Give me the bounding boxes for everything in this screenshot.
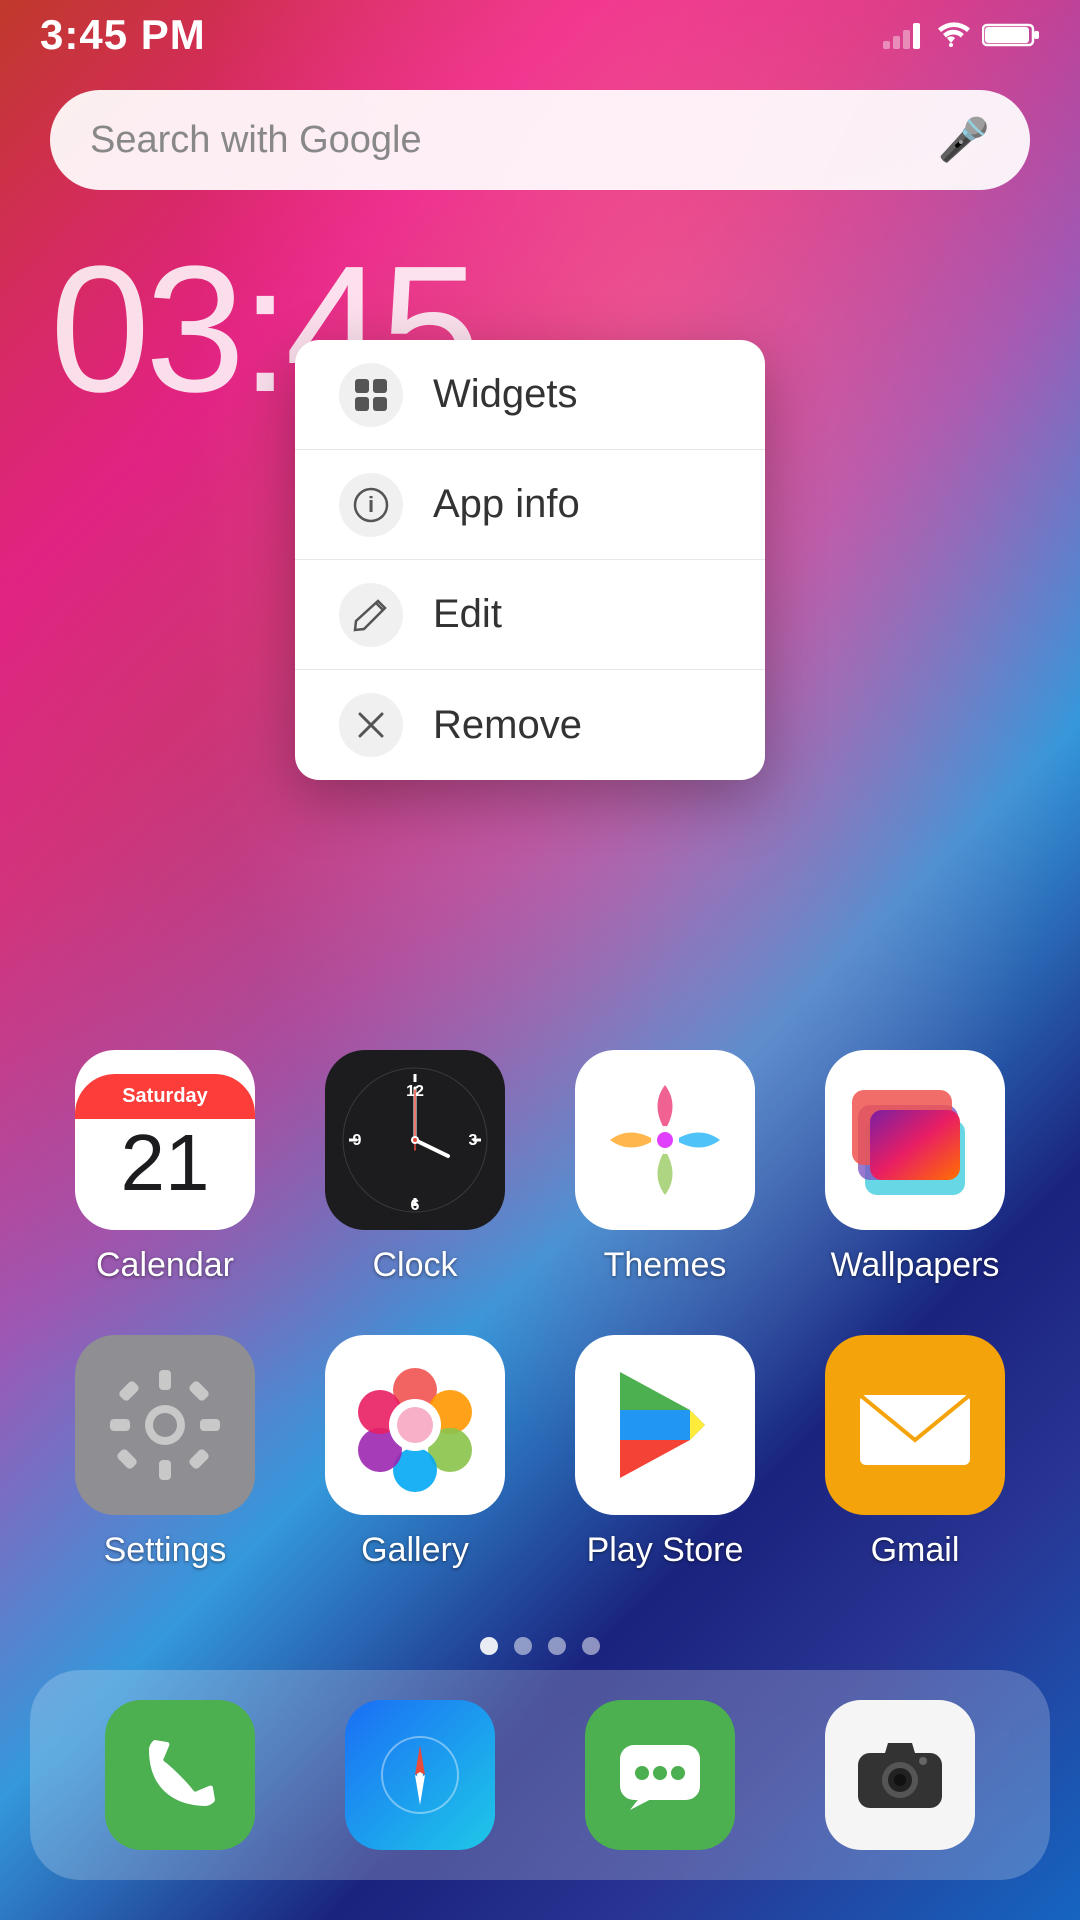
- info-icon: i: [353, 487, 389, 523]
- camera-svg: [850, 1725, 950, 1825]
- calendar-label: Calendar: [96, 1246, 234, 1285]
- phone-svg: [135, 1730, 225, 1820]
- menu-item-widgets[interactable]: Widgets: [295, 340, 765, 450]
- remove-icon: [356, 710, 386, 740]
- app-row-1: Saturday 21 Calendar 12 3 6: [40, 1050, 1040, 1285]
- dock-safari[interactable]: [345, 1700, 495, 1850]
- clock-icon: 12 3 6 9: [325, 1050, 505, 1230]
- appinfo-label: App info: [433, 482, 580, 527]
- gallery-icon: [325, 1335, 505, 1515]
- widgets-icon-wrapper: [339, 363, 403, 427]
- playstore-svg: [590, 1350, 740, 1500]
- app-themes[interactable]: Themes: [565, 1050, 765, 1285]
- themes-svg: [600, 1075, 730, 1205]
- search-bar[interactable]: Search with Google 🎤: [50, 90, 1030, 190]
- gmail-label: Gmail: [871, 1531, 960, 1570]
- dot-3: [548, 1637, 566, 1655]
- app-settings[interactable]: Settings: [65, 1335, 265, 1570]
- edit-icon-wrapper: [339, 583, 403, 647]
- app-gallery[interactable]: Gallery: [315, 1335, 515, 1570]
- remove-label: Remove: [433, 703, 582, 748]
- menu-item-remove[interactable]: Remove: [295, 670, 765, 780]
- wallpapers-svg: [840, 1065, 990, 1215]
- app-playstore[interactable]: Play Store: [565, 1335, 765, 1570]
- messages-svg: [610, 1725, 710, 1825]
- info-icon-wrapper: i: [339, 473, 403, 537]
- gmail-svg: [840, 1350, 990, 1500]
- clock-face-svg: 12 3 6 9: [335, 1060, 495, 1220]
- edit-icon: [353, 597, 389, 633]
- page-dots: [0, 1637, 1080, 1655]
- wallpapers-icon: [825, 1050, 1005, 1230]
- app-grid: Saturday 21 Calendar 12 3 6: [0, 1050, 1080, 1620]
- status-icons: [883, 21, 1040, 49]
- settings-svg: [105, 1365, 225, 1485]
- safari-icon: [345, 1700, 495, 1850]
- svg-text:9: 9: [353, 1132, 362, 1149]
- dock-camera[interactable]: [825, 1700, 975, 1850]
- dock: [30, 1670, 1050, 1880]
- dock-messages[interactable]: [585, 1700, 735, 1850]
- search-text: Search with Google: [90, 119, 938, 162]
- gallery-label: Gallery: [361, 1531, 469, 1570]
- playstore-icon: [575, 1335, 755, 1515]
- status-time: 3:45 PM: [40, 11, 206, 59]
- signal-icon: [883, 21, 920, 49]
- svg-text:i: i: [368, 492, 374, 517]
- app-clock[interactable]: 12 3 6 9 Clock: [315, 1050, 515, 1285]
- status-bar: 3:45 PM: [0, 0, 1080, 70]
- phone-icon: [105, 1700, 255, 1850]
- wallpapers-label: Wallpapers: [831, 1246, 1000, 1285]
- dock-phone[interactable]: [105, 1700, 255, 1850]
- context-menu: Widgets i App info Edit Remove: [295, 340, 765, 780]
- app-gmail[interactable]: Gmail: [815, 1335, 1015, 1570]
- messages-icon: [585, 1700, 735, 1850]
- menu-item-edit[interactable]: Edit: [295, 560, 765, 670]
- mic-icon[interactable]: 🎤: [938, 116, 990, 165]
- menu-item-appinfo[interactable]: i App info: [295, 450, 765, 560]
- svg-text:3: 3: [469, 1132, 478, 1149]
- camera-icon: [825, 1700, 975, 1850]
- safari-svg: [370, 1725, 470, 1825]
- wifi-icon: [932, 21, 970, 49]
- remove-icon-wrapper: [339, 693, 403, 757]
- clock-label: Clock: [372, 1246, 457, 1285]
- widgets-icon: [353, 377, 389, 413]
- gmail-icon: [825, 1335, 1005, 1515]
- settings-label: Settings: [104, 1531, 227, 1570]
- gallery-svg: [340, 1350, 490, 1500]
- app-calendar[interactable]: Saturday 21 Calendar: [65, 1050, 265, 1285]
- playstore-label: Play Store: [587, 1531, 744, 1570]
- edit-label: Edit: [433, 592, 502, 637]
- calendar-icon: Saturday 21: [75, 1050, 255, 1230]
- widgets-label: Widgets: [433, 372, 578, 417]
- themes-icon: [575, 1050, 755, 1230]
- themes-label: Themes: [604, 1246, 727, 1285]
- app-wallpapers[interactable]: Wallpapers: [815, 1050, 1015, 1285]
- app-row-2: Settings Gallery: [40, 1335, 1040, 1570]
- dot-2: [514, 1637, 532, 1655]
- battery-icon: [982, 21, 1040, 49]
- svg-text:6: 6: [411, 1197, 420, 1214]
- dot-4: [582, 1637, 600, 1655]
- dot-1: [480, 1637, 498, 1655]
- settings-icon: [75, 1335, 255, 1515]
